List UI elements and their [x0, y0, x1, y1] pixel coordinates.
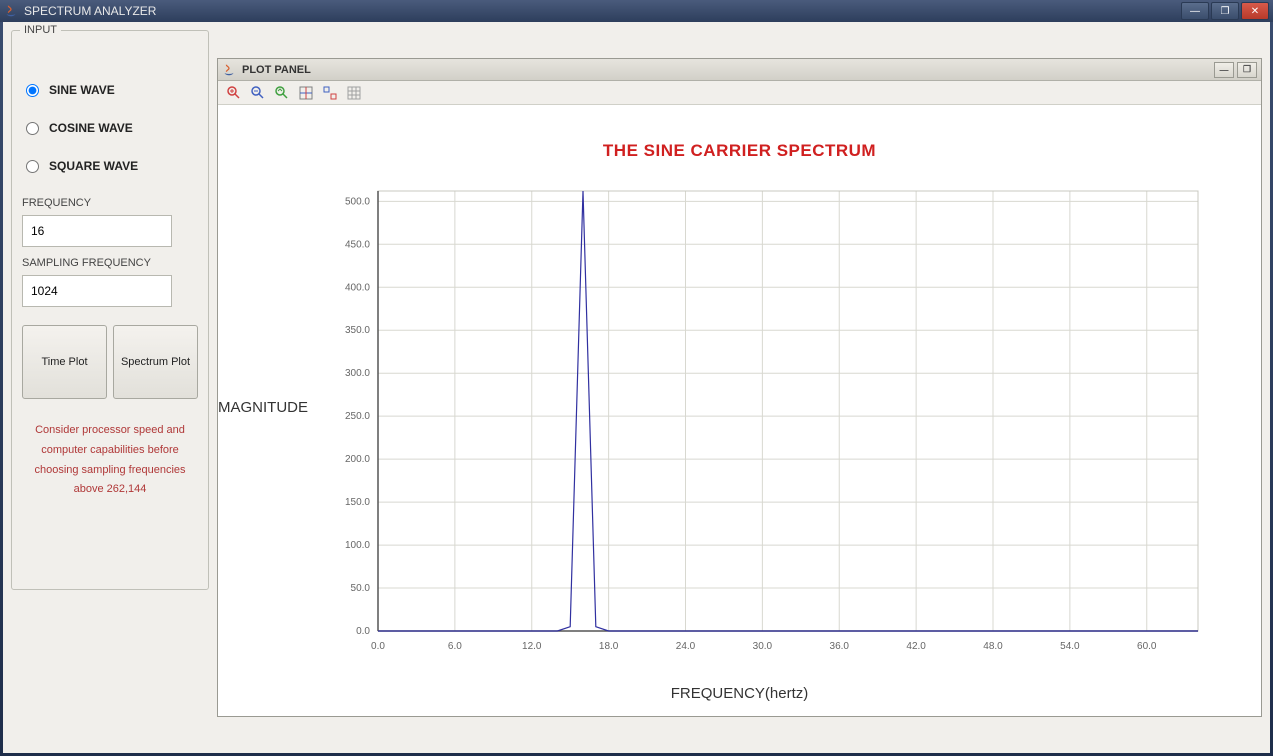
spectrum-plot-button[interactable]: Spectrum Plot: [113, 325, 198, 399]
svg-text:6.0: 6.0: [448, 641, 462, 652]
axes-tool-icon[interactable]: [296, 83, 316, 103]
zoom-reset-icon[interactable]: [272, 83, 292, 103]
input-panel-title: INPUT: [20, 24, 61, 36]
radio-cosine-label: COSINE WAVE: [49, 121, 133, 135]
java-icon: [4, 4, 18, 18]
svg-text:450.0: 450.0: [345, 239, 370, 250]
frequency-input[interactable]: [22, 215, 172, 247]
plot-toolbar: [218, 81, 1261, 105]
radio-cosine-wave[interactable]: COSINE WAVE: [26, 121, 198, 135]
select-tool-icon[interactable]: [320, 83, 340, 103]
sampling-label: SAMPLING FREQUENCY: [22, 257, 198, 269]
svg-text:500.0: 500.0: [345, 196, 370, 207]
chart-title: THE SINE CARRIER SPECTRUM: [218, 141, 1261, 161]
svg-text:100.0: 100.0: [345, 540, 370, 551]
chart-container: THE SINE CARRIER SPECTRUM MAGNITUDE FREQ…: [218, 105, 1261, 716]
svg-text:300.0: 300.0: [345, 368, 370, 379]
wave-radio-group: SINE WAVE COSINE WAVE SQUARE WAVE: [22, 83, 198, 173]
svg-text:12.0: 12.0: [522, 641, 542, 652]
content-area: INPUT SINE WAVE COSINE WAVE SQUARE WAVE …: [3, 22, 1270, 753]
svg-text:54.0: 54.0: [1060, 641, 1080, 652]
radio-square-wave[interactable]: SQUARE WAVE: [26, 159, 198, 173]
plot-panel-title: PLOT PANEL: [242, 64, 311, 76]
chart-svg: 0.0 6.0 12.0 18.0 24.0 30.0 36.0 42.0 48.0 54.0 60…: [318, 181, 1218, 716]
chart-ylabel: MAGNITUDE: [218, 399, 308, 416]
svg-text:60.0: 60.0: [1137, 641, 1157, 652]
plot-panel-titlebar: PLOT PANEL — ❐: [218, 59, 1261, 81]
svg-text:42.0: 42.0: [906, 641, 926, 652]
maximize-button[interactable]: ❐: [1211, 2, 1239, 20]
radio-sine-wave[interactable]: SINE WAVE: [26, 83, 198, 97]
plot-panel: PLOT PANEL — ❐: [217, 58, 1262, 717]
window-titlebar: SPECTRUM ANALYZER — ❐ ✕: [0, 0, 1273, 22]
radio-sine-input[interactable]: [26, 84, 39, 97]
svg-text:0.0: 0.0: [371, 641, 385, 652]
minimize-button[interactable]: —: [1181, 2, 1209, 20]
svg-text:50.0: 50.0: [351, 583, 371, 594]
window-title: SPECTRUM ANALYZER: [24, 4, 156, 18]
java-icon: [222, 63, 236, 77]
frequency-field-block: FREQUENCY: [22, 197, 198, 247]
grid-tool-icon[interactable]: [344, 83, 364, 103]
internal-maximize-button[interactable]: ❐: [1237, 62, 1257, 78]
plot-button-row: Time Plot Spectrum Plot: [22, 325, 198, 399]
time-plot-button[interactable]: Time Plot: [22, 325, 107, 399]
radio-square-input[interactable]: [26, 160, 39, 173]
svg-text:200.0: 200.0: [345, 454, 370, 465]
radio-cosine-input[interactable]: [26, 122, 39, 135]
svg-text:0.0: 0.0: [356, 626, 370, 637]
input-panel: INPUT SINE WAVE COSINE WAVE SQUARE WAVE …: [11, 30, 209, 590]
internal-minimize-button[interactable]: —: [1214, 62, 1234, 78]
svg-text:48.0: 48.0: [983, 641, 1003, 652]
svg-text:250.0: 250.0: [345, 411, 370, 422]
sampling-field-block: SAMPLING FREQUENCY: [22, 257, 198, 307]
radio-square-label: SQUARE WAVE: [49, 159, 138, 173]
svg-text:18.0: 18.0: [599, 641, 619, 652]
svg-text:36.0: 36.0: [830, 641, 850, 652]
svg-text:24.0: 24.0: [676, 641, 696, 652]
svg-text:400.0: 400.0: [345, 282, 370, 293]
svg-text:30.0: 30.0: [753, 641, 773, 652]
svg-text:350.0: 350.0: [345, 325, 370, 336]
close-button[interactable]: ✕: [1241, 2, 1269, 20]
zoom-in-icon[interactable]: [224, 83, 244, 103]
zoom-out-icon[interactable]: [248, 83, 268, 103]
sampling-note: Consider processor speed and computer ca…: [22, 421, 198, 500]
frequency-label: FREQUENCY: [22, 197, 198, 209]
sampling-input[interactable]: [22, 275, 172, 307]
svg-text:150.0: 150.0: [345, 497, 370, 508]
radio-sine-label: SINE WAVE: [49, 83, 115, 97]
